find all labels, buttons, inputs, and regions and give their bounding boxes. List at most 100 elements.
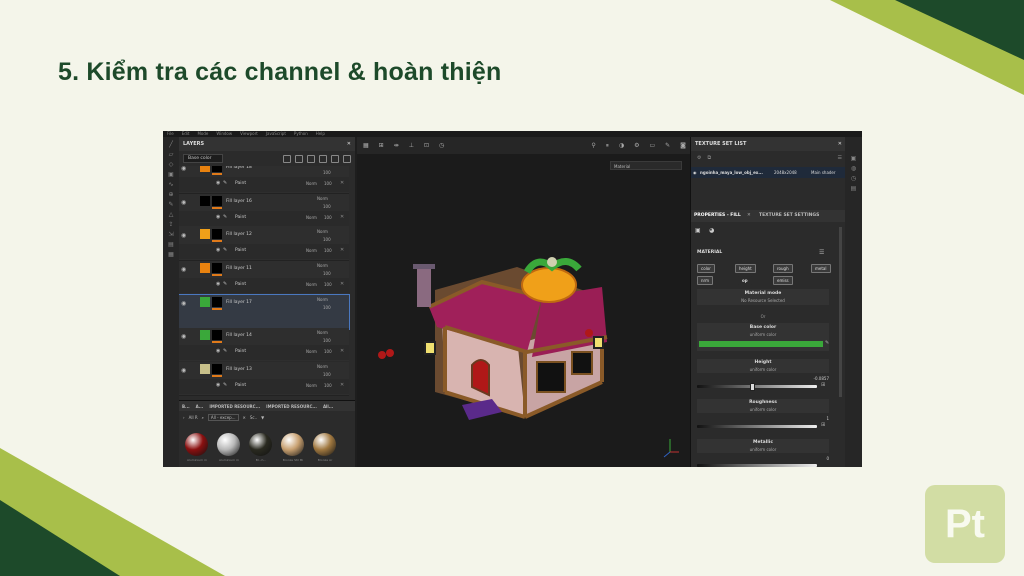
projection-icon[interactable]: ◇ — [167, 162, 175, 168]
eye-icon[interactable]: ◉ — [216, 247, 220, 253]
eye-icon[interactable]: ◉ — [181, 266, 186, 273]
roughness-slider[interactable] — [697, 425, 817, 428]
export-icon[interactable]: ⇲ — [167, 232, 175, 238]
layer-row[interactable]: ◉Fill layer 18Norm100◉✎PaintNorm100✕ — [179, 166, 349, 194]
shelf-tab-imported-2[interactable]: IMPORTED RESOURC... — [266, 404, 317, 409]
close-icon[interactable]: ✕ — [838, 141, 842, 147]
channel-rough-button[interactable]: rough — [773, 264, 793, 273]
layer-row[interactable]: ◉ Fill layer 16 Norm 100 ◉ ✎ Paint Norm 100 ✕ — [179, 194, 349, 228]
channel-emiss-button[interactable]: emiss — [773, 276, 793, 285]
link-icon[interactable]: ⊞ — [821, 422, 825, 428]
channel-metal-button[interactable]: metal — [811, 264, 831, 273]
eye-icon[interactable]: ◉ — [181, 300, 186, 307]
eye-icon[interactable]: ◉ — [181, 199, 186, 206]
log-icon[interactable]: ▤ — [850, 186, 858, 192]
eye-icon[interactable]: ◉ — [216, 348, 220, 354]
layer-mask-thumbnail[interactable] — [212, 263, 222, 273]
material-thumbnail[interactable] — [249, 433, 272, 456]
layer-row[interactable]: ◉ Fill layer 11 Norm 100 ◉ ✎ Paint Norm 100 ✕ — [179, 261, 349, 295]
sub-layer-blend[interactable]: Norm — [306, 215, 317, 220]
environment-icon[interactable]: ◍ — [850, 166, 858, 172]
layer-sub-row[interactable]: ◉ ✎ Paint Norm 100 ✕ — [179, 211, 349, 226]
menu-icon[interactable]: ☰ — [838, 155, 842, 161]
layer-opacity[interactable]: 100 — [323, 338, 331, 343]
eyedropper-icon[interactable]: ✎ — [825, 340, 829, 346]
eye-icon[interactable]: ◉ — [216, 180, 220, 186]
eye-icon[interactable]: ◉ — [216, 382, 220, 388]
brush-icon[interactable]: ╱ — [167, 142, 175, 148]
tab-properties-fill[interactable]: PROPERTIES - FILL — [694, 213, 741, 218]
duplicate-icon[interactable]: ⧉ — [707, 155, 711, 161]
layer-sub-row[interactable]: ◉ ✎ Paint Norm 100 ✕ — [179, 345, 349, 360]
layer-blend[interactable]: Norm — [317, 196, 328, 201]
add-effect-icon[interactable] — [283, 154, 291, 163]
add-folder-icon[interactable] — [331, 154, 339, 163]
close-icon[interactable]: ✕ — [340, 382, 344, 388]
add-mask-icon[interactable] — [295, 154, 303, 163]
eye-icon[interactable]: ◉ — [181, 232, 186, 239]
eraser-icon[interactable]: ▱ — [167, 152, 175, 158]
layer-blend[interactable]: Norm — [317, 297, 328, 302]
layer-mask-thumbnail[interactable] — [212, 229, 222, 239]
layer-mask-thumbnail[interactable] — [212, 166, 222, 172]
shelf-tab-a[interactable]: A... — [196, 404, 204, 409]
layer-opacity[interactable]: 100 — [323, 170, 331, 175]
close-icon[interactable]: ✕ — [340, 214, 344, 220]
eye-icon[interactable]: ◉ — [181, 333, 186, 340]
shelf-tab-b[interactable]: B... — [182, 404, 190, 409]
fill-icon[interactable]: ▣ — [695, 227, 701, 234]
sub-layer-opacity[interactable]: 100 — [324, 282, 332, 287]
layer-mask-thumbnail[interactable] — [212, 297, 222, 307]
filter-icon[interactable]: ▼ — [261, 415, 264, 420]
height-slider[interactable] — [697, 385, 817, 388]
material-thumbnail[interactable] — [313, 433, 336, 456]
sub-layer-blend[interactable]: Norm — [306, 282, 317, 287]
layer-opacity[interactable]: 100 — [323, 372, 331, 377]
channel-color-button[interactable]: color — [697, 264, 715, 273]
close-icon[interactable]: ✕ — [747, 213, 751, 218]
layer-row[interactable]: ◉ Fill layer 12 Norm 100 ◉ ✎ Paint Norm 100 ✕ — [179, 227, 349, 261]
layer-opacity[interactable]: 100 — [323, 237, 331, 242]
sub-layer-blend[interactable]: Norm — [306, 248, 317, 253]
layer-row[interactable]: ◉ Fill layer 17 Norm 100 — [179, 294, 350, 330]
material-ball-icon[interactable]: ◕ — [709, 227, 714, 234]
delete-layer-icon[interactable] — [343, 154, 351, 163]
layer-mask-thumbnail[interactable] — [212, 364, 222, 374]
shelf-tab-imported-1[interactable]: IMPORTED RESOURC... — [209, 404, 260, 409]
close-icon[interactable]: ✕ — [347, 141, 351, 147]
filter-chevron-icon[interactable]: › — [183, 415, 185, 420]
layer-row[interactable]: ◉ Fill layer 13 Norm 100 ◉ ✎ Paint Norm 100 ✕ — [179, 362, 349, 396]
shelf-search-input[interactable]: All - excep... — [207, 413, 239, 421]
layer-opacity[interactable]: 100 — [323, 271, 331, 276]
sub-layer-blend[interactable]: Norm — [306, 383, 317, 388]
layer-blend[interactable]: Norm — [317, 263, 328, 268]
channel-op-button[interactable]: op — [738, 276, 752, 285]
close-icon[interactable]: ✕ — [340, 180, 344, 186]
layer-blend[interactable]: Norm — [317, 166, 328, 167]
eye-icon[interactable]: ◉ — [693, 170, 697, 175]
sub-layer-opacity[interactable]: 100 — [324, 248, 332, 253]
display-settings-icon[interactable]: ▣ — [850, 156, 858, 162]
layer-mask-thumbnail[interactable] — [212, 330, 222, 340]
sub-layer-blend[interactable]: Norm — [306, 349, 317, 354]
shelf-icon[interactable]: ▦ — [167, 252, 175, 258]
channel-height-button[interactable]: height — [735, 264, 756, 273]
document-icon[interactable]: ▤ — [167, 242, 175, 248]
close-icon[interactable]: ✕ — [340, 348, 344, 354]
eye-icon[interactable]: ◉ — [181, 367, 186, 374]
sub-layer-opacity[interactable]: 100 — [324, 349, 332, 354]
history-panel-icon[interactable]: ◷ — [850, 176, 858, 182]
sub-layer-blend[interactable]: Norm — [306, 181, 317, 186]
layer-blend[interactable]: Norm — [317, 330, 328, 335]
sub-layer-opacity[interactable]: 100 — [324, 383, 332, 388]
clone-icon[interactable]: ⊕ — [167, 192, 175, 198]
layer-sub-row[interactable]: ◉ ✎ Paint Norm 100 ✕ — [179, 379, 349, 394]
geometry-mask-icon[interactable]: ▣ — [167, 172, 175, 178]
settings-icon[interactable]: ⚙ — [697, 155, 701, 161]
shelf-sort-label[interactable]: Sc.. — [250, 415, 257, 420]
picker-icon[interactable]: ✎ — [167, 202, 175, 208]
layer-opacity[interactable]: 100 — [323, 204, 331, 209]
texture-set-row[interactable]: ◉ ngoinha_maya_low_obj_ex... 2048x2048 M… — [691, 167, 846, 178]
eye-icon[interactable]: ◉ — [216, 214, 220, 220]
base-color-swatch[interactable] — [699, 341, 823, 347]
